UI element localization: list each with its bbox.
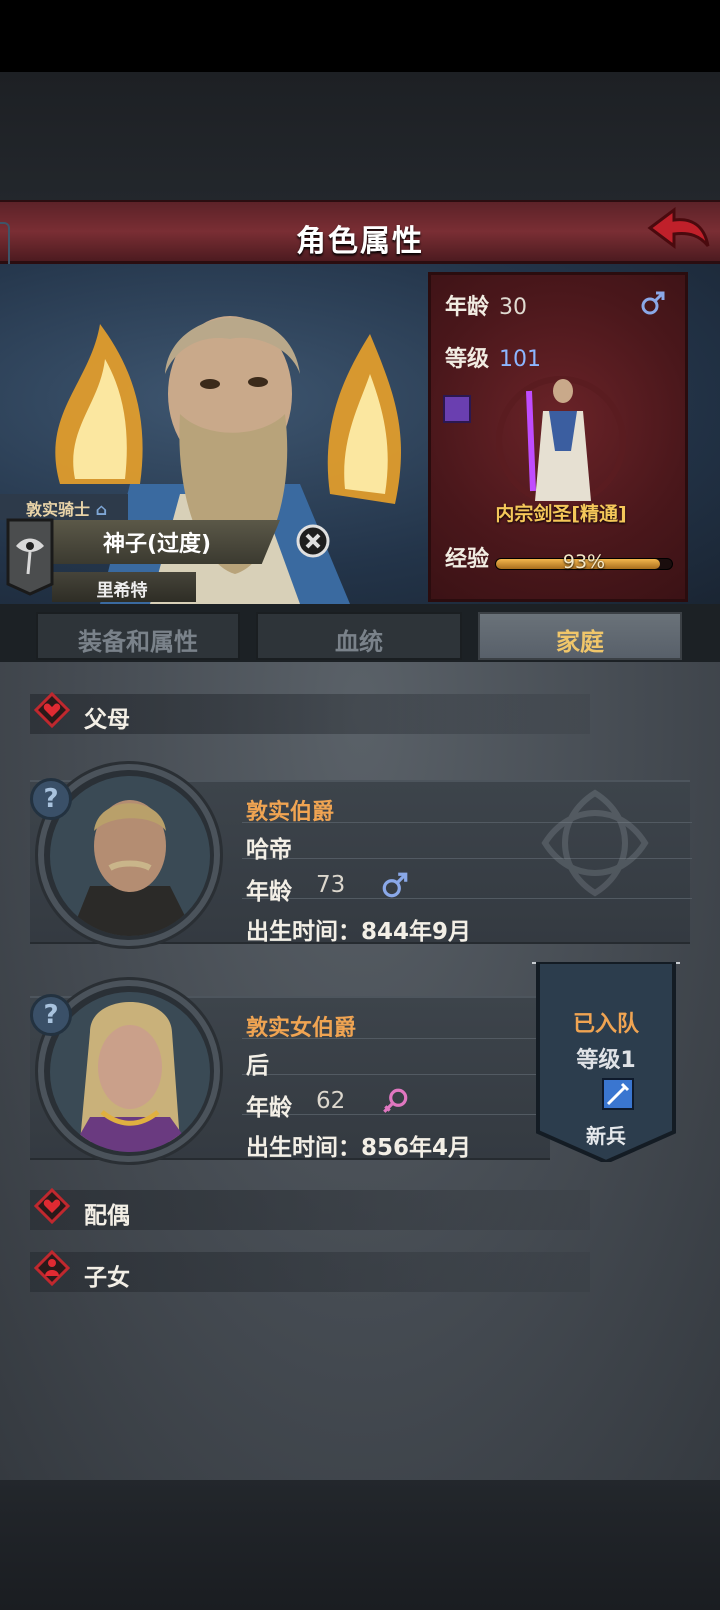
team-status: 已入队 [572,1012,639,1037]
back-arrow-icon[interactable] [646,206,710,256]
celtic-knot-decoration [541,789,649,897]
home-icon: ⌂ [95,500,108,519]
level-label: 等级 [445,347,490,372]
age-value: 30 [499,295,528,320]
father-age-label: 年龄 [246,879,292,905]
tab-equipment[interactable]: 装备和属性 [36,612,240,660]
close-icon[interactable] [296,524,330,558]
bottom-background [0,1480,720,1610]
help-icon[interactable]: ? [30,778,72,820]
heart-icon [34,692,70,728]
father-portrait[interactable] [50,776,210,936]
section-children-label: 子女 [84,1265,130,1291]
help-icon[interactable]: ? [30,994,72,1036]
rank-text: 敦实骑士 [26,500,91,519]
exp-label: 经验 [445,547,490,572]
female-icon [383,1088,408,1113]
male-icon [382,872,408,898]
mother-name: 后 [246,1053,269,1079]
hero-subname: 里希特 [96,581,148,601]
section-parents[interactable]: 父母 [30,692,590,734]
mother-age-label: 年龄 [246,1095,292,1121]
age-row: 年龄 30 [445,289,527,321]
exp-percent: 93% [562,551,606,573]
team-role: 新兵 [586,1124,626,1148]
title-bar: 角色属性 [0,200,720,264]
tab-equipment-label: 装备和属性 [78,628,198,656]
mother-birth: 出生时间：856年4月 [246,1135,472,1161]
heart-icon [34,1188,70,1224]
section-spouse[interactable]: 配偶 [30,1188,590,1230]
mother-portrait[interactable] [50,992,210,1152]
divider [242,898,692,899]
class-label: 内宗剑圣[精通] [495,503,627,525]
class-figure [496,376,626,506]
divider [242,1074,542,1075]
eye-banner-icon [6,518,54,596]
father-birth: 出生时间：844年9月 [246,919,472,945]
tab-family-label: 家庭 [556,628,604,656]
level-value: 101 [499,347,542,372]
status-bar-area [0,0,720,72]
male-icon [641,291,665,315]
father-name: 哈帝 [246,837,292,863]
sword-icon [602,1078,634,1110]
mother-age: 62 [316,1088,346,1114]
section-parents-label: 父母 [84,707,130,733]
level-row: 等级 101 [445,341,541,373]
child-icon [34,1250,70,1286]
age-label: 年龄 [445,295,490,320]
upper-background [0,72,720,202]
section-spouse-label: 配偶 [84,1203,130,1229]
section-children[interactable]: 子女 [30,1250,590,1292]
hero-name: 神子(过度) [102,532,212,557]
mother-title: 敦实女伯爵 [246,1016,357,1041]
page-title: 角色属性 [296,224,424,259]
skill-icon[interactable] [443,395,471,423]
tab-bloodline[interactable]: 血统 [256,612,462,660]
father-age: 73 [316,872,346,898]
tab-bloodline-label: 血统 [335,628,383,656]
character-info-panel: 年龄 30 等级 101 内宗剑圣[精通] 经验 93% [428,272,688,602]
tab-family[interactable]: 家庭 [478,612,682,660]
father-title: 敦实伯爵 [246,800,335,825]
rank-label: 敦实骑士 ⌂ [0,494,128,520]
team-level: 等级1 [576,1048,636,1073]
exp-progress-bar: 93% [495,551,673,573]
